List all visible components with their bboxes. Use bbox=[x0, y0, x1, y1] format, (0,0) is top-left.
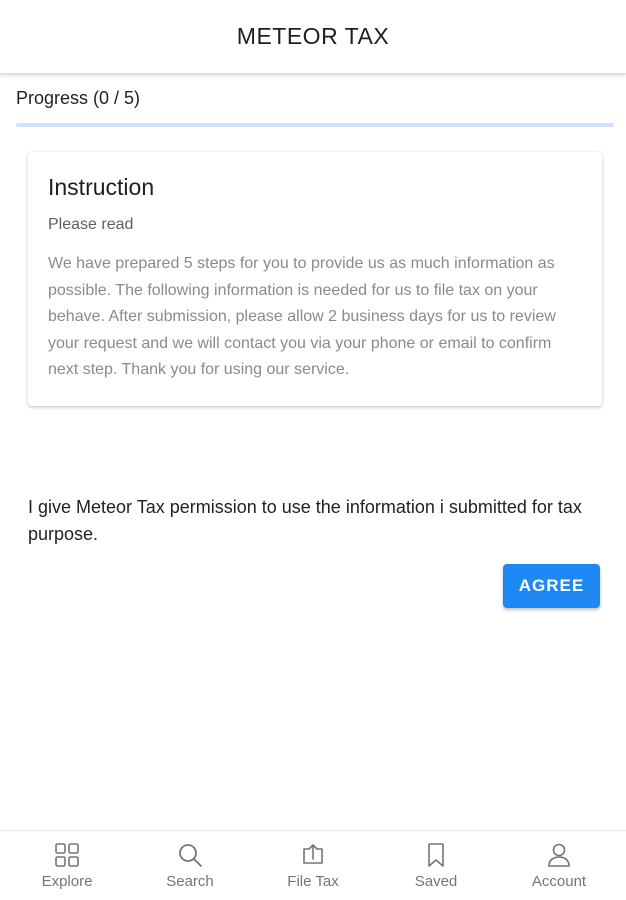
progress-bar bbox=[16, 123, 614, 127]
person-icon bbox=[548, 843, 570, 867]
instruction-title: Instruction bbox=[48, 174, 155, 200]
search-icon bbox=[179, 844, 202, 867]
app-bar: METEOR TAX bbox=[0, 0, 626, 74]
nav-item-account[interactable]: Account bbox=[512, 831, 606, 900]
nav-label-account: Account bbox=[531, 873, 587, 890]
nav-label-file-tax: File Tax bbox=[287, 873, 339, 890]
instruction-card: Instruction Please read We have prepared… bbox=[28, 152, 602, 406]
nav-item-search[interactable]: Search bbox=[143, 831, 237, 900]
app-title: METEOR TAX bbox=[236, 23, 390, 49]
upload-icon bbox=[303, 844, 323, 864]
nav-label-explore: Explore bbox=[41, 873, 93, 890]
grid-icon bbox=[55, 843, 79, 867]
bottom-navigation: Explore Search File Tax Saved Account bbox=[0, 830, 626, 900]
nav-item-explore[interactable]: Explore bbox=[20, 831, 114, 900]
instruction-subtitle: Please read bbox=[48, 216, 134, 233]
app-screen: METEOR TAX Progress (0 / 5) Instruction … bbox=[0, 0, 626, 900]
nav-label-saved: Saved bbox=[414, 873, 458, 890]
consent-text: I give Meteor Tax permission to use the … bbox=[28, 497, 582, 544]
nav-item-saved[interactable]: Saved bbox=[389, 831, 483, 900]
nav-item-file-tax[interactable]: File Tax bbox=[266, 831, 360, 900]
instruction-body: We have prepared 5 steps for you to prov… bbox=[48, 255, 556, 378]
progress-label: Progress (0 / 5) bbox=[16, 88, 141, 108]
nav-label-search: Search bbox=[166, 873, 214, 890]
bookmark-icon bbox=[428, 843, 444, 867]
agree-button[interactable]: AGREE bbox=[503, 564, 600, 608]
